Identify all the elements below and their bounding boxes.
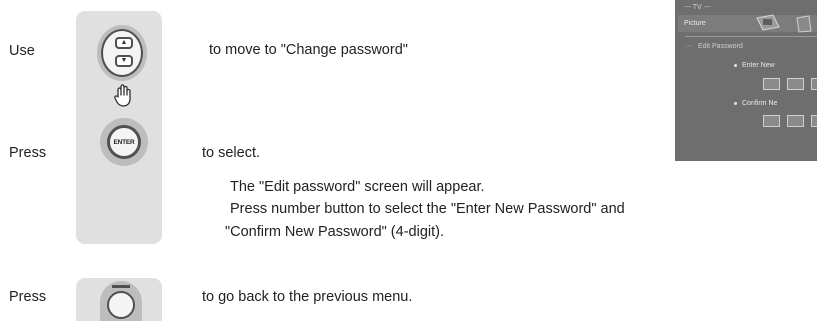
tv-field2-digit: [811, 115, 817, 127]
down-arrow-key: ▼: [115, 55, 133, 67]
tv-sound-icon: [796, 15, 812, 33]
tv-field2-label: Confirm Ne: [742, 100, 778, 107]
enter-button-icon: ENTER: [100, 118, 148, 166]
hand-pointer-icon: [114, 84, 131, 107]
up-arrow-key: ▲: [115, 37, 133, 49]
return-button-icon: [100, 281, 142, 321]
tv-field1-bullet: [734, 64, 737, 67]
tv-picture-icon: [756, 14, 780, 31]
tv-field1-label: Enter New: [742, 62, 775, 69]
step-use-verb: Use: [9, 43, 35, 59]
tv-field1-digit: [787, 78, 804, 90]
step-select-text: to select.: [202, 145, 261, 161]
step-return-text: to go back to the previous menu.: [202, 289, 413, 305]
note-line-2: Press number button to select the "Enter…: [230, 201, 625, 217]
tv-menu-picture: Picture: [684, 20, 706, 27]
tv-screen-thumbnail: --- TV --- Picture ··· Edit Password Ente…: [675, 0, 817, 161]
tv-field1-digit: [811, 78, 817, 90]
step-return-verb: Press: [9, 289, 47, 305]
step-use-text: to move to "Change password": [209, 42, 408, 58]
return-button-bar: [112, 285, 130, 288]
step-select-verb: Press: [9, 145, 47, 161]
tv-divider: [685, 36, 817, 37]
tv-field1-digit: [763, 78, 780, 90]
up-down-button-icon: ▲ ▼: [97, 25, 147, 81]
tv-header: --- TV ---: [684, 4, 711, 11]
note-line-1: The "Edit password" screen will appear.: [230, 179, 485, 195]
note-line-3: "Confirm New Password" (4-digit).: [225, 224, 444, 240]
tv-field2-bullet: [734, 102, 737, 105]
enter-button-label: ENTER: [113, 138, 135, 146]
tv-field2-digit: [787, 115, 804, 127]
tv-section-title: ··· Edit Password: [685, 43, 743, 50]
tv-field2-digit: [763, 115, 780, 127]
